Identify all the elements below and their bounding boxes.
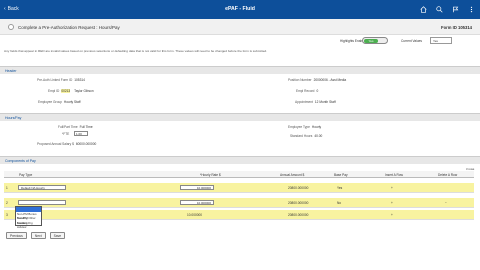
hours-section-title: Hours/Pay: [0, 113, 480, 121]
delete-row-icon[interactable]: −: [445, 201, 447, 205]
flag-icon[interactable]: [451, 5, 459, 13]
appointment-field: Appointment 12 Month Staff: [295, 100, 336, 104]
pay-type-select[interactable]: [18, 200, 66, 205]
nav-buttons: Previous Next Save: [6, 232, 66, 239]
page-subheader: Complete a Pre-Authorization Request : H…: [0, 19, 480, 35]
home-icon[interactable]: [419, 5, 427, 13]
dropdown-option[interactable]: Student Org Advisor: [16, 221, 41, 230]
col-annual-amount: Annual Amount $: [280, 173, 305, 177]
current-values-label: Current Values: [401, 39, 423, 43]
next-button[interactable]: Next: [30, 232, 46, 239]
position-number-field: Position Number 20000006 - Asst Media: [288, 78, 347, 82]
display-options: Highlights Enabled Yes Current Values Ye…: [0, 35, 480, 45]
fte-input[interactable]: 1.00: [74, 131, 88, 136]
header-section-title: Header: [0, 66, 480, 74]
save-button[interactable]: Save: [49, 232, 66, 239]
pay-type-select[interactable]: Default NA Hourly: [18, 185, 66, 190]
col-pay-type: Pay Type: [19, 173, 33, 177]
insert-row-icon[interactable]: +: [391, 186, 393, 190]
table-header: Pay Type *Hourly Rate $ Annual Amount $ …: [4, 171, 474, 178]
table-row: 1 Default NA Hourly 10.000000 20800.0000…: [4, 183, 474, 193]
insert-row-icon[interactable]: +: [391, 213, 393, 217]
employee-group-field: Employee Group Hourly Staff: [38, 100, 81, 104]
invalid-values-notice: Any fields that appear in RED are invali…: [4, 49, 268, 53]
col-hourly-rate: *Hourly Rate $: [200, 173, 221, 177]
col-delete-row: Delete A Row: [438, 173, 458, 177]
full-part-time-field: Full/Part Time Full Time: [58, 125, 93, 129]
proposed-salary-field: Proposed Annual Salary $60000.000000: [37, 142, 97, 146]
table-row: 2 10.000000 20800.000000 No + −: [4, 198, 474, 208]
current-values-select[interactable]: Yes: [430, 37, 452, 44]
hourly-rate-value: 10.000000: [187, 213, 203, 217]
fte-field: *FTE: [62, 132, 70, 136]
app-header: ‹ Back ePAF - Fluid: [0, 0, 480, 19]
standard-hours-field: Standard Hours 40.00: [290, 134, 323, 138]
pay-type-dropdown[interactable]: Non-PM Bonus Funding Non-PM Other Fundin…: [15, 206, 42, 230]
employee-type-field: Employee Type Hourly: [288, 125, 322, 129]
components-section-title: Components of Pay: [0, 156, 480, 164]
highlights-toggle-value: Yes: [364, 39, 378, 43]
col-insert-row: Insert A Row: [385, 173, 403, 177]
col-base-pay: Base Pay: [334, 173, 348, 177]
search-icon[interactable]: [435, 5, 443, 13]
pre-auth-field: Pre-Auth Linked Form ID 105314: [37, 78, 85, 82]
app-title: ePAF - Fluid: [225, 6, 255, 12]
form-id: Form ID 105314: [441, 25, 472, 30]
highlights-toggle[interactable]: Yes: [362, 37, 388, 44]
table-row: 3 10.000000 20800.000000 +: [4, 210, 474, 220]
hourly-rate-input[interactable]: 10.000000: [180, 200, 214, 205]
empl-record-field: Empl Record 0: [296, 89, 319, 93]
insert-row-icon[interactable]: +: [391, 201, 393, 205]
page-title: Complete a Pre-Authorization Request : H…: [18, 25, 120, 30]
emplid-field: Empl ID 00213 Taylor Gibson: [48, 89, 94, 93]
hourly-rate-input[interactable]: 10.000000: [180, 185, 214, 190]
add-icon: [8, 24, 14, 30]
menu-icon[interactable]: [467, 5, 475, 13]
previous-button[interactable]: Previous: [6, 232, 27, 239]
